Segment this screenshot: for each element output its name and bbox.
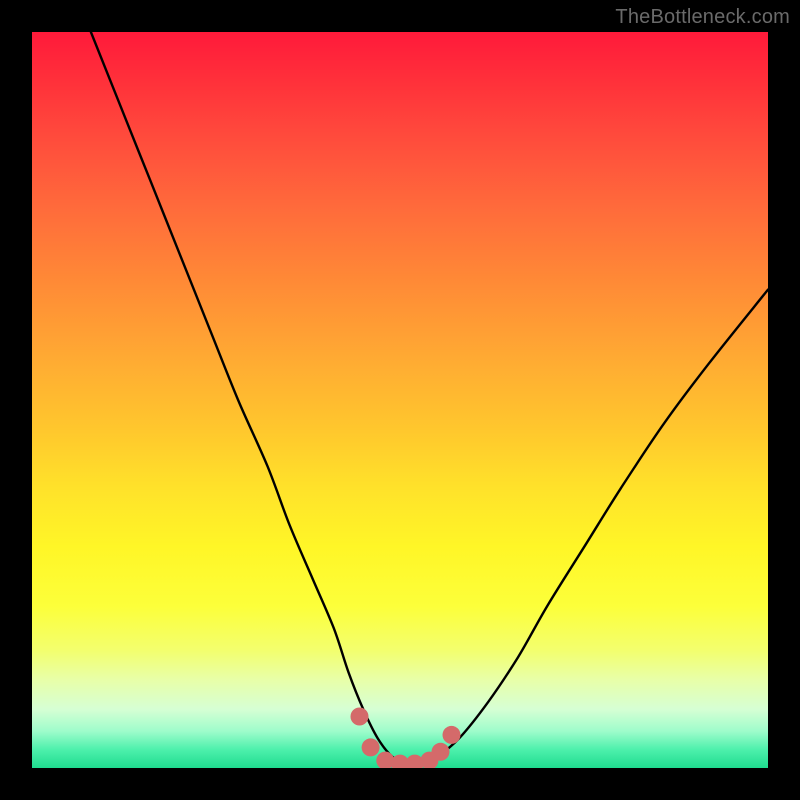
- optimal-zone-markers: [351, 708, 461, 769]
- watermark-text: TheBottleneck.com: [615, 6, 790, 29]
- curve-layer: [32, 32, 768, 768]
- optimal-zone-marker: [432, 743, 450, 761]
- optimal-zone-marker: [443, 726, 461, 744]
- optimal-zone-marker: [351, 708, 369, 726]
- chart-frame: TheBottleneck.com: [0, 0, 800, 800]
- bottleneck-curve: [91, 32, 768, 765]
- plot-area: [32, 32, 768, 768]
- optimal-zone-marker: [362, 738, 380, 756]
